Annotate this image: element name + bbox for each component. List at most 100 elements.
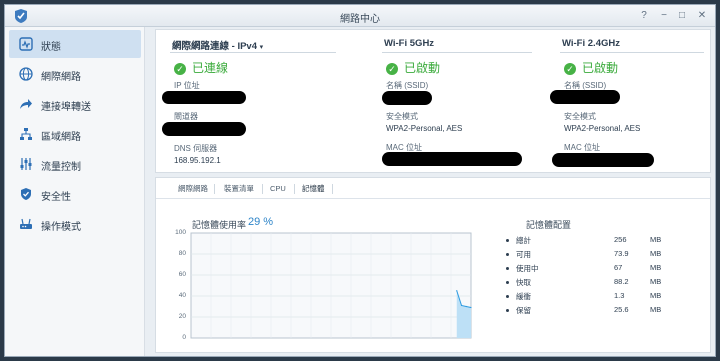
data-point	[460, 304, 463, 307]
window-title: 網路中心	[340, 14, 380, 25]
tab-memory[interactable]: 記憶體	[302, 182, 325, 196]
memory-config-value: 88.2	[614, 277, 629, 286]
y-tick-label: 20	[178, 313, 186, 320]
bullet	[506, 267, 509, 270]
internet-header[interactable]: 網際網路連線 - IPv4 ▾	[172, 38, 263, 52]
sidebar-item-traffic-control[interactable]: 流量控制	[9, 150, 141, 178]
tab-devices[interactable]: 裝置清單	[224, 182, 254, 196]
bullet	[506, 253, 509, 256]
memory-config-value: 73.9	[614, 249, 629, 258]
minimize-button[interactable]: −	[657, 9, 671, 23]
title-bar: 網路中心 ? − □ ✕	[5, 5, 715, 27]
memory-config-unit: MB	[650, 263, 662, 272]
bullet	[506, 309, 509, 312]
bullet	[506, 295, 509, 298]
memory-config-name: 保留	[516, 306, 531, 315]
memory-config-row: 可用 73.9 MB	[506, 248, 706, 262]
sidebar-item-port-forwarding[interactable]: 連接埠轉送	[9, 90, 141, 118]
memory-config-value: 25.6	[614, 305, 629, 314]
tab-divider	[262, 184, 263, 194]
divider	[170, 52, 336, 53]
wifi5-ssid-label: 名稱 (SSID)	[386, 81, 429, 90]
check-circle-icon: ✓	[386, 63, 398, 75]
memory-config-value: 256	[614, 235, 627, 244]
data-point	[456, 290, 458, 292]
tab-bar-divider	[156, 198, 710, 199]
redacted-ssid	[382, 91, 432, 105]
tab-cpu[interactable]: CPU	[270, 182, 286, 196]
memory-config-row: 總計 256 MB	[506, 234, 706, 248]
memory-config-row: 快取 88.2 MB	[506, 276, 706, 290]
wifi24-mac-label: MAC 位址	[564, 143, 600, 152]
tab-divider	[332, 184, 333, 194]
wifi5-header: Wi-Fi 5GHz	[384, 38, 435, 49]
wifi5-status-text: 已啟動	[404, 61, 441, 75]
tab-internet[interactable]: 網際網路	[178, 182, 208, 196]
wifi5-status: ✓ 已啟動	[386, 59, 440, 76]
memory-usage-value: 29 %	[248, 216, 274, 228]
shield-icon	[21, 188, 31, 200]
wifi24-security-value: WPA2-Personal, AES	[564, 124, 641, 133]
memory-config-unit: MB	[650, 291, 662, 300]
memory-config-name: 可用	[516, 250, 531, 259]
memory-config-title: 記憶體配置	[526, 220, 572, 230]
wifi24-status-text: 已啟動	[582, 61, 619, 75]
bullet	[506, 239, 509, 242]
sidebar-item-status[interactable]: 狀態	[9, 30, 141, 58]
memory-config-unit: MB	[650, 305, 662, 314]
memory-config-name: 快取	[516, 278, 531, 287]
sidebar-item-label: 狀態	[41, 42, 61, 53]
redacted-ssid	[550, 90, 620, 104]
data-point	[465, 305, 467, 308]
sidebar-item-label: 連接埠轉送	[41, 102, 91, 113]
sidebar-item-label: 流量控制	[41, 162, 81, 173]
redacted-mac	[382, 152, 522, 166]
memory-config-row: 緩衝 1.3 MB	[506, 290, 706, 304]
tab-divider	[214, 184, 215, 194]
globe-icon	[19, 67, 33, 81]
sliders-icon	[20, 158, 32, 170]
memory-config-row: 使用中 67 MB	[506, 262, 706, 276]
divider	[560, 52, 704, 53]
sidebar-item-lan[interactable]: 區域網路	[9, 120, 141, 148]
caret-down-icon: ▾	[259, 44, 264, 51]
sidebar-item-internet[interactable]: 網際網路	[9, 60, 141, 88]
sidebar-item-label: 區域網路	[41, 132, 81, 143]
memory-config-unit: MB	[650, 235, 662, 244]
router-icon	[20, 218, 32, 229]
wifi5-security-value: WPA2-Personal, AES	[386, 124, 463, 133]
wifi24-header: Wi-Fi 2.4GHz	[562, 38, 620, 49]
memory-config-unit: MB	[650, 277, 662, 286]
y-tick-label: 100	[175, 229, 186, 236]
internet-status: ✓ 已連線	[174, 59, 228, 76]
gateway-label: 閘道器	[174, 112, 198, 121]
tab-divider	[294, 184, 295, 194]
network-center-window: 網路中心 ? − □ ✕ 狀態 網際網路 連接埠轉送 區域網路 流量控制 安全性…	[4, 4, 716, 357]
sidebar-item-security[interactable]: 安全性	[9, 180, 141, 208]
redacted-gateway	[162, 122, 246, 136]
internet-status-text: 已連線	[192, 61, 229, 75]
memory-config-row: 保留 25.6 MB	[506, 304, 706, 318]
bullet	[506, 281, 509, 284]
close-button[interactable]: ✕	[695, 9, 709, 23]
internet-header-label: 網際網路連線 - IPv4	[172, 41, 257, 52]
memory-config-value: 1.3	[614, 291, 625, 300]
sidebar-item-operation-mode[interactable]: 操作模式	[9, 210, 141, 238]
overview-panel: 網際網路連線 - IPv4 ▾ ✓ 已連線 IP 位址 閘道器 DNS 伺服器 1…	[155, 29, 711, 173]
help-button[interactable]: ?	[637, 9, 651, 23]
redacted-ip	[162, 91, 246, 104]
wifi5-security-label: 安全模式	[386, 112, 418, 121]
y-tick-label: 60	[178, 271, 186, 278]
dns-label: DNS 伺服器	[174, 144, 218, 153]
check-circle-icon: ✓	[564, 63, 576, 75]
sidebar-item-label: 操作模式	[41, 222, 81, 233]
memory-config-name: 使用中	[516, 264, 539, 273]
memory-usage-chart	[190, 232, 472, 339]
wifi24-security-label: 安全模式	[564, 112, 596, 121]
check-circle-icon: ✓	[174, 63, 186, 75]
maximize-button[interactable]: □	[675, 9, 689, 23]
memory-config-name: 總計	[516, 236, 531, 245]
sidebar-item-label: 網際網路	[41, 72, 81, 83]
ip-label: IP 位址	[174, 81, 200, 90]
memory-config-unit: MB	[650, 249, 662, 258]
